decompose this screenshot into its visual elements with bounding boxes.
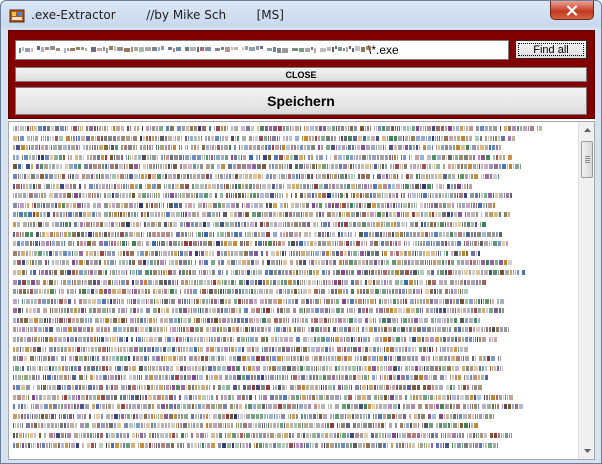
window-close-button[interactable] (550, 1, 594, 20)
path-input[interactable] (15, 40, 509, 60)
result-line (13, 373, 573, 383)
result-line (13, 306, 573, 316)
result-line (13, 191, 573, 201)
result-line (13, 316, 573, 326)
scroll-thumb[interactable] (581, 141, 593, 178)
result-line (13, 402, 573, 412)
app-icon (9, 8, 25, 24)
result-line (13, 421, 573, 431)
result-line (13, 287, 573, 297)
result-line (13, 162, 573, 172)
result-line (13, 364, 573, 374)
results-lines (13, 124, 573, 457)
arrow-down-icon (584, 449, 591, 453)
result-line (13, 124, 573, 134)
client-area: Find all CLOSE Speichern (8, 30, 595, 460)
scroll-up-button[interactable] (579, 122, 595, 138)
result-line (13, 345, 573, 355)
result-line (13, 383, 573, 393)
result-line (13, 182, 573, 192)
result-line (13, 278, 573, 288)
find-all-button[interactable]: Find all (515, 40, 587, 59)
arrow-up-icon (584, 128, 591, 132)
result-line (13, 210, 573, 220)
result-line (13, 153, 573, 163)
result-line (13, 258, 573, 268)
result-line (13, 431, 573, 441)
close-icon (566, 5, 578, 16)
save-button[interactable]: Speichern (15, 87, 587, 115)
window-title: .exe-Extractor //by Mike Sch [MS] (31, 8, 284, 22)
results-listbox[interactable] (8, 121, 595, 460)
result-line (13, 297, 573, 307)
result-line (13, 201, 573, 211)
result-line (13, 325, 573, 335)
close-button[interactable]: CLOSE (15, 67, 587, 82)
result-line (13, 172, 573, 182)
result-line (13, 335, 573, 345)
result-line (13, 441, 573, 451)
result-line (13, 143, 573, 153)
control-panel: Find all CLOSE Speichern (8, 30, 595, 119)
result-line (13, 220, 573, 230)
app-window: .exe-Extractor //by Mike Sch [MS] Find a… (0, 0, 602, 464)
result-line (13, 412, 573, 422)
result-line (13, 393, 573, 403)
result-line (13, 230, 573, 240)
result-line (13, 249, 573, 259)
result-line (13, 134, 573, 144)
scroll-down-button[interactable] (579, 443, 595, 459)
result-line (13, 239, 573, 249)
result-line (13, 268, 573, 278)
vertical-scrollbar[interactable] (578, 122, 594, 459)
result-line (13, 354, 573, 364)
title-bar[interactable]: .exe-Extractor //by Mike Sch [MS] (1, 1, 601, 29)
